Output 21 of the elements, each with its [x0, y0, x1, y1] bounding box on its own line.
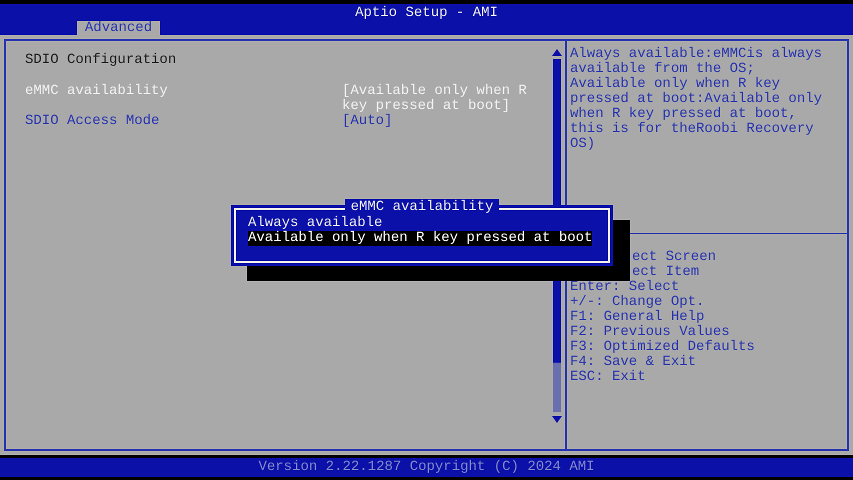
- key-hint: F3: Optimized Defaults: [570, 340, 755, 355]
- section-heading: SDIO Configuration: [25, 53, 178, 68]
- setting-label[interactable]: SDIO Access Mode: [25, 114, 342, 129]
- key-hint: ect Screen: [632, 250, 716, 265]
- window-title: Aptio Setup - AMI: [354, 4, 499, 21]
- help-text: Always available:eMMCis always available from the OS; Available only when R key pressed at boot:Available only when R key pressed at boot, this is for theRoobi Recovery OS): [569, 45, 824, 154]
- key-hint: +/-: Change Opt.: [570, 295, 704, 310]
- setting-value[interactable]: [Available only when R key pressed at boot]: [342, 84, 536, 114]
- key-hint: ect Item: [632, 265, 700, 280]
- key-hint: F2: Previous Values: [570, 325, 730, 340]
- popup-title: eMMC availability: [344, 199, 500, 215]
- tab[interactable]: Advanced: [77, 21, 160, 36]
- key-hint: Enter: Select: [570, 280, 680, 295]
- setting-label[interactable]: eMMC availability: [25, 84, 342, 114]
- popup-option[interactable]: Always available: [248, 216, 382, 231]
- key-hint: F4: Save & Exit: [570, 355, 696, 370]
- setting-value[interactable]: [Auto]: [342, 114, 536, 129]
- popup-option[interactable]: Available only when R key pressed at boot: [248, 231, 592, 246]
- key-hint: F1: General Help: [570, 310, 704, 325]
- key-hint: ESC: Exit: [570, 370, 646, 385]
- status-bar: Version 2.22.1287 Copyright (C) 2024 AMI: [0, 458, 853, 477]
